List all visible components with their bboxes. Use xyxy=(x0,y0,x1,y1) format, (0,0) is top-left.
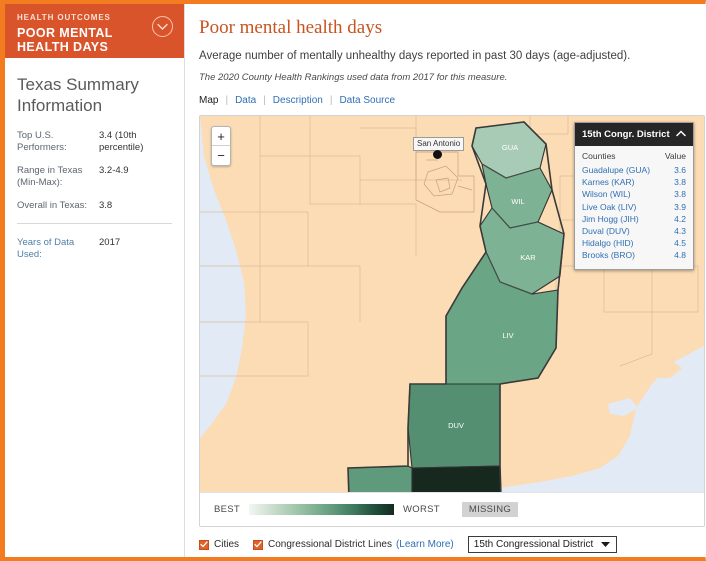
measure-title: POOR MENTAL HEALTH DAYS xyxy=(17,26,113,54)
stat-label: Top U.S. Performers: xyxy=(17,130,67,153)
district-lines-toggle[interactable]: Congressional District Lines (Learn More… xyxy=(253,539,454,550)
measure-category: HEALTH OUTCOMES xyxy=(17,13,111,22)
county-name[interactable]: Hidalgo (HID) xyxy=(582,237,634,249)
tab-bar: Map | Data | Description | Data Source xyxy=(199,95,705,106)
cities-toggle[interactable]: Cities xyxy=(199,539,239,550)
summary-title: Texas Summary Information xyxy=(17,75,139,115)
sidebar: HEALTH OUTCOMES POOR MENTAL HEALTH DAYS … xyxy=(5,4,185,557)
county-name[interactable]: Live Oak (LIV) xyxy=(582,201,636,213)
county-value: 4.2 xyxy=(674,213,686,224)
col-counties: Counties xyxy=(582,151,616,161)
years-value: 2017 xyxy=(99,237,121,248)
tab-description[interactable]: Description xyxy=(273,95,323,106)
district-panel-header[interactable]: 15th Congr. District xyxy=(575,123,693,146)
county-name[interactable]: Brooks (BRO) xyxy=(582,249,635,261)
stat-value: 3.4 (10th percentile) xyxy=(99,130,144,153)
zoom-in-button[interactable]: + xyxy=(212,127,230,146)
stat-value: 3.2-4.9 xyxy=(99,165,129,176)
data-year-note: The 2020 County Health Rankings used dat… xyxy=(199,72,508,83)
zoom-out-button[interactable]: − xyxy=(212,146,230,165)
chevron-down-icon[interactable] xyxy=(600,540,611,550)
chevron-down-circle-icon[interactable] xyxy=(152,16,173,37)
district-table-header: Counties Value xyxy=(582,151,686,164)
years-label: Years of Data Used: xyxy=(17,237,75,260)
county-name[interactable]: Wilson (WIL) xyxy=(582,188,631,200)
legend-best-label: BEST xyxy=(214,504,241,515)
county-value: 4.3 xyxy=(674,226,686,237)
county-value: 3.8 xyxy=(674,189,686,200)
table-row[interactable]: Guadalupe (GUA) 3.6 xyxy=(582,164,686,176)
learn-more-link[interactable]: (Learn More) xyxy=(396,539,454,550)
map-legend: BEST WORST MISSING xyxy=(200,492,704,526)
stat-label: Range in Texas (Min-Max): xyxy=(17,165,83,188)
page-title: Poor mental health days xyxy=(199,17,383,38)
tab-data-source[interactable]: Data Source xyxy=(339,95,395,106)
table-row[interactable]: Karnes (KAR) 3.8 xyxy=(582,176,686,188)
main-panel: Poor mental health days Average number o… xyxy=(185,4,706,557)
svg-text:LIV: LIV xyxy=(502,331,513,340)
page-subtitle: Average number of mentally unhealthy day… xyxy=(199,50,631,62)
stat-row: Years of Data Used: 2017 xyxy=(17,237,172,261)
measure-header[interactable]: HEALTH OUTCOMES POOR MENTAL HEALTH DAYS xyxy=(5,4,184,58)
district-select[interactable]: 15th Congressional District xyxy=(467,536,618,553)
stat-row: Top U.S. Performers: 3.4 (10th percentil… xyxy=(17,130,172,154)
legend-worst-label: WORST xyxy=(403,504,440,515)
county-value: 3.9 xyxy=(674,201,686,212)
tab-map[interactable]: Map xyxy=(199,95,218,106)
legend-missing-chip: MISSING xyxy=(461,502,519,517)
stat-row: Range in Texas (Min-Max): 3.2-4.9 xyxy=(17,165,172,189)
table-row[interactable]: Jim Hogg (JIH) 4.2 xyxy=(582,213,686,225)
table-row[interactable]: Live Oak (LIV) 3.9 xyxy=(582,201,686,213)
years-used-block: Years of Data Used: 2017 xyxy=(5,224,184,261)
map-zoom-controls[interactable]: + − xyxy=(211,126,231,166)
checkbox-checked-icon[interactable] xyxy=(199,539,209,550)
district-info-panel[interactable]: 15th Congr. District Counties Value Guad… xyxy=(574,122,694,270)
tab-separator: | xyxy=(329,95,333,106)
legend-gradient-bar xyxy=(249,504,395,515)
map-controls: Cities Congressional District Lines (Lea… xyxy=(199,536,705,553)
county-value: 4.8 xyxy=(674,250,686,261)
tab-separator: | xyxy=(225,95,229,106)
stat-value: 3.8 xyxy=(99,200,113,211)
tab-separator: | xyxy=(263,95,266,106)
svg-text:KAR: KAR xyxy=(520,253,536,262)
table-row[interactable]: Duval (DUV) 4.3 xyxy=(582,225,686,237)
county-value: 4.5 xyxy=(674,238,686,249)
district-lines-label: Congressional District Lines xyxy=(268,539,392,550)
city-marker-dot xyxy=(433,150,442,159)
stat-row: Overall in Texas: 3.8 xyxy=(17,200,172,212)
district-select-value: 15th Congressional District xyxy=(473,539,594,550)
city-label-san-antonio: San Antonio xyxy=(413,137,465,151)
svg-text:GUA: GUA xyxy=(502,143,518,152)
table-row[interactable]: Wilson (WIL) 3.8 xyxy=(582,188,686,200)
district-panel-title: 15th Congr. District xyxy=(582,129,670,140)
district-panel-body: Counties Value Guadalupe (GUA) 3.6 Karne… xyxy=(575,146,693,269)
stat-label: Overall in Texas: xyxy=(17,200,88,211)
chevron-up-icon[interactable] xyxy=(676,129,686,140)
svg-text:DUV: DUV xyxy=(448,421,464,430)
county-name[interactable]: Karnes (KAR) xyxy=(582,176,634,188)
table-row[interactable]: Hidalgo (HID) 4.5 xyxy=(582,237,686,249)
svg-text:WIL: WIL xyxy=(511,197,524,206)
map-frame[interactable]: GUA WIL KAR LIV DUV JIH BRO HID + − S xyxy=(199,115,705,527)
county-name[interactable]: Jim Hogg (JIH) xyxy=(582,213,639,225)
cities-label: Cities xyxy=(214,539,240,550)
summary-stats: Top U.S. Performers: 3.4 (10th percentil… xyxy=(5,116,184,212)
tab-data[interactable]: Data xyxy=(235,95,256,106)
page-root: HEALTH OUTCOMES POOR MENTAL HEALTH DAYS … xyxy=(0,0,706,561)
county-name[interactable]: Guadalupe (GUA) xyxy=(582,164,650,176)
county-name[interactable]: Duval (DUV) xyxy=(582,225,630,237)
county-value: 3.8 xyxy=(674,177,686,188)
table-row[interactable]: Brooks (BRO) 4.8 xyxy=(582,249,686,261)
checkbox-checked-icon[interactable] xyxy=(253,539,264,550)
col-value: Value xyxy=(664,151,686,161)
county-value: 3.6 xyxy=(674,165,686,175)
